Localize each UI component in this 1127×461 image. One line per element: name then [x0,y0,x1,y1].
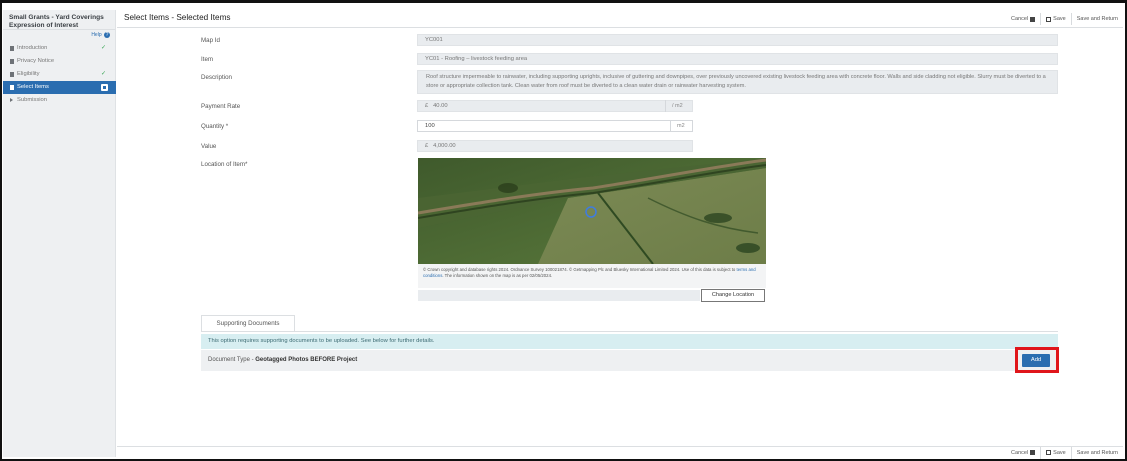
sidebar-item-label: Eligibility [17,71,40,77]
check-icon: ✓ [100,45,106,51]
cancel-label: Cancel [1011,449,1029,456]
save-icon [1046,450,1052,455]
save-and-return-label: Save and Return [1076,449,1118,456]
map-id-label: Map Id [201,37,220,44]
page-icon [10,46,14,51]
item-field: YC01 - Roofing – livestock feeding area [417,53,1058,65]
save-button[interactable]: Save [1040,446,1071,459]
page-icon [10,72,14,77]
help-icon: ? [104,32,110,38]
location-label: Location of Item* [201,161,248,168]
sidebar-item-eligibility[interactable]: Eligibility ✓ [3,68,116,81]
footer-actions: Cancel Save Save and Return [1006,446,1123,459]
attribution-text: © Crown copyright and database rights 20… [423,267,736,272]
header-actions: Cancel Save Save and Return [1006,12,1123,26]
payment-rate-unit: / m2 [665,100,689,112]
aerial-map-image [418,158,766,264]
value-amount: 4,000.00 [433,143,456,149]
payment-rate-value: 40.00 [433,103,448,109]
chevron-right-icon [10,98,13,102]
page-header: Select Items - Selected Items Cancel Sav… [117,10,1123,28]
description-label: Description [201,74,232,81]
info-message: This option requires supporting document… [201,334,1058,349]
check-icon: ✓ [100,71,106,77]
map-id-field: YC001 [417,34,1058,46]
item-label: Item [201,56,214,63]
quantity-label: Quantity * [201,123,229,130]
description-field: Roof structure impermeable to rainwater,… [417,70,1058,94]
payment-rate-label: Payment Rate [201,103,241,110]
page-icon [10,59,14,64]
save-label: Save [1053,16,1066,22]
attribution-date: . The information shown on the map is as… [442,273,553,278]
sidebar-item-privacy-notice[interactable]: Privacy Notice [3,55,116,68]
app-title-line1: Small Grants - Yard Coverings [9,14,104,21]
page-footer: Cancel Save Save and Return [117,446,1123,459]
location-map[interactable] [418,158,766,264]
tab-supporting-documents[interactable]: Supporting Documents [201,315,295,332]
cancel-button[interactable]: Cancel [1006,13,1040,25]
payment-rate-field: £ 40.00 [417,100,693,112]
help-link[interactable]: Help ? [91,32,110,38]
cancel-button[interactable]: Cancel [1006,447,1040,459]
highlight-box [1015,347,1059,373]
sidebar-item-label: Select Items [17,84,49,90]
save-button[interactable]: Save [1040,13,1071,25]
sidebar-item-introduction[interactable]: Introduction ✓ [3,42,116,55]
value-label: Value [201,143,217,150]
document-row: Document Type - Geotagged Photos BEFORE … [201,350,1058,371]
currency-symbol: £ [425,143,429,149]
currency-symbol: £ [425,103,429,109]
change-location-button[interactable]: Change Location [701,289,765,302]
sidebar-nav: Introduction ✓ Privacy Notice Eligibilit… [3,42,116,107]
sidebar: Small Grants - Yard Coverings Expression… [3,10,116,457]
map-attribution: © Crown copyright and database rights 20… [418,264,766,288]
quantity-input[interactable]: 100 [417,120,693,132]
save-and-return-label: Save and Return [1076,16,1118,22]
sidebar-item-submission[interactable]: Submission [3,94,116,107]
document-type-value: Geotagged Photos BEFORE Project [255,357,358,363]
save-and-return-button[interactable]: Save and Return [1070,446,1123,459]
app-title-line2: Expression of Interest [9,21,79,29]
sidebar-item-select-items[interactable]: Select Items [3,81,116,94]
sidebar-item-label: Introduction [17,45,48,51]
map-location-bar [418,290,700,301]
cancel-label: Cancel [1011,16,1029,22]
save-icon [1046,16,1052,22]
sidebar-item-label: Submission [17,97,47,103]
app-title: Small Grants - Yard Coverings Expression… [3,10,115,30]
save-and-return-button[interactable]: Save and Return [1070,13,1123,25]
page-title: Select Items - Selected Items [124,13,231,22]
help-label: Help [91,32,102,38]
close-icon [1030,450,1036,455]
value-field: £ 4,000.00 [417,140,693,152]
tab-divider [201,331,1058,332]
close-icon [1030,16,1036,22]
document-type-label: Document Type - [208,357,256,363]
current-page-icon [101,84,108,91]
quantity-unit: m2 [670,120,691,132]
page-icon [10,85,14,90]
sidebar-item-label: Privacy Notice [17,58,55,64]
save-label: Save [1053,449,1066,456]
